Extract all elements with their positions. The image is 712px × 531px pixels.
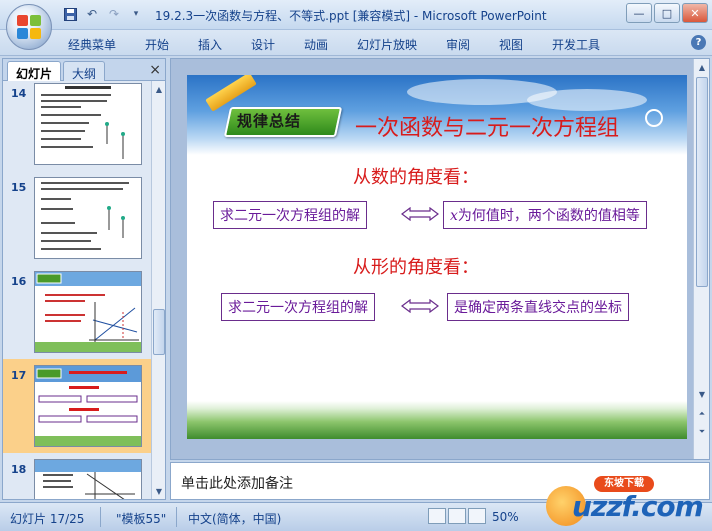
slide-number: 14 — [11, 87, 27, 100]
maximize-button[interactable]: □ — [654, 3, 680, 23]
divider — [100, 507, 101, 527]
quick-access-toolbar: ↶ ↷ ▾ — [58, 6, 144, 22]
menu-review[interactable]: 审阅 — [446, 36, 470, 53]
slide-thumbnail-18[interactable]: 18 — [3, 453, 151, 499]
close-button[interactable]: ✕ — [682, 3, 708, 23]
ribbon-tabs: 经典菜单 开始 插入 设计 动画 幻灯片放映 审阅 视图 开发工具 ? — [0, 30, 712, 56]
slide-scrollbar[interactable]: ▲ ▼ ⏶ ⏷ — [693, 59, 709, 459]
save-icon[interactable] — [62, 6, 78, 22]
menu-design[interactable]: 设计 — [251, 36, 275, 53]
slide-preview — [34, 271, 142, 353]
box-equal-values: x为何值时，两个函数的值相等 — [443, 201, 647, 229]
help-icon[interactable]: ? — [691, 35, 706, 50]
variable-x: x — [450, 208, 458, 224]
watermark-text: uzzf.com — [572, 490, 704, 523]
slide-number: 18 — [11, 463, 27, 476]
slides-scrollbar[interactable]: ▲ ▼ — [151, 81, 165, 499]
box-equal-values-text: 为何值时，两个函数的值相等 — [457, 208, 640, 224]
box-solve-system-2: 求二元一次方程组的解 — [221, 293, 375, 321]
menu-home[interactable]: 开始 — [145, 36, 169, 53]
divider — [176, 507, 177, 527]
scroll-thumb[interactable] — [696, 77, 708, 287]
slide-thumbnail-16[interactable]: 16 — [3, 265, 151, 359]
slide-thumbnail-17[interactable]: 17 — [3, 359, 151, 453]
tab-outline[interactable]: 大纲 — [63, 61, 106, 81]
slide-thumbnails: 14 15 16 17 18 — [3, 81, 151, 499]
customize-icon[interactable]: ▾ — [128, 6, 144, 22]
menu-developer[interactable]: 开发工具 — [552, 36, 600, 53]
menu-view[interactable]: 视图 — [499, 36, 523, 53]
notes-placeholder[interactable]: 单击此处添加备注 — [181, 473, 293, 493]
office-button[interactable] — [6, 4, 52, 50]
scroll-up-icon[interactable]: ▲ — [696, 60, 708, 74]
window-controls: — □ ✕ — [626, 3, 708, 23]
scroll-thumb[interactable] — [153, 309, 165, 355]
pane-tabs: 幻灯片 大纲 × — [3, 59, 165, 81]
menu-slideshow[interactable]: 幻灯片放映 — [357, 36, 417, 53]
slide-preview — [34, 83, 142, 165]
section-graphic-heading: 从形的角度看： — [353, 257, 479, 278]
theme-name: "模板55" — [116, 512, 167, 526]
previous-slide-icon[interactable]: ⏶ — [696, 407, 708, 421]
office-logo-icon — [17, 15, 41, 39]
cloud-decoration — [527, 89, 647, 111]
slide-sorter-view-icon[interactable] — [448, 508, 466, 524]
tab-slides[interactable]: 幻灯片 — [7, 61, 62, 81]
summary-badge-text: 规律总结 — [237, 112, 302, 130]
section-numeric-heading: 从数的角度看： — [353, 167, 479, 188]
title-bar: ↶ ↷ ▾ 19.2.3一次函数与方程、不等式.ppt [兼容模式] - Mic… — [0, 0, 712, 30]
zoom-level[interactable]: 50% — [492, 510, 519, 524]
box-intersection-point: 是确定两条直线交点的坐标 — [447, 293, 629, 321]
circle-decoration-icon — [645, 109, 663, 127]
slide-editor: 规律总结 一次函数与二元一次方程组 从数的角度看： 求二元一次方程组的解 x为何… — [170, 58, 710, 460]
next-slide-icon[interactable]: ⏷ — [696, 425, 708, 439]
scroll-down-icon[interactable]: ▼ — [153, 484, 165, 498]
slide-thumbnail-14[interactable]: 14 — [3, 81, 151, 171]
normal-view-icon[interactable] — [428, 508, 446, 524]
slide-preview — [34, 365, 142, 447]
current-slide[interactable]: 规律总结 一次函数与二元一次方程组 从数的角度看： 求二元一次方程组的解 x为何… — [187, 75, 687, 439]
double-arrow-icon — [401, 299, 439, 313]
slide-counter: 幻灯片 17/25 — [10, 512, 85, 526]
slide-number: 16 — [11, 275, 27, 288]
menu-animation[interactable]: 动画 — [304, 36, 328, 53]
minimize-button[interactable]: — — [626, 3, 652, 23]
double-arrow-icon — [401, 207, 439, 221]
slide-title: 一次函数与二元一次方程组 — [355, 116, 620, 141]
scroll-down-icon[interactable]: ▼ — [696, 387, 708, 401]
menu-insert[interactable]: 插入 — [198, 36, 222, 53]
grass-decoration — [187, 401, 687, 439]
slide-preview — [34, 459, 142, 499]
language-indicator: 中文(简体，中国) — [188, 512, 282, 526]
box-solve-system-1: 求二元一次方程组的解 — [213, 201, 367, 229]
undo-icon[interactable]: ↶ — [84, 6, 100, 22]
slide-number: 15 — [11, 181, 27, 194]
uzzf-logo: 东坡下载 uzzf.com — [546, 472, 706, 528]
scroll-up-icon[interactable]: ▲ — [153, 82, 165, 96]
menu-classic[interactable]: 经典菜单 — [68, 36, 116, 53]
window-title: 19.2.3一次函数与方程、不等式.ppt [兼容模式] - Microsoft… — [155, 9, 547, 23]
slide-preview — [34, 177, 142, 259]
slideshow-view-icon[interactable] — [468, 508, 486, 524]
close-icon[interactable]: × — [149, 62, 161, 78]
slide-thumbnail-15[interactable]: 15 — [3, 171, 151, 265]
slide-number: 17 — [11, 369, 27, 382]
redo-icon[interactable]: ↷ — [106, 6, 122, 22]
slides-pane: 幻灯片 大纲 × 14 15 16 17 18 ▲ ▼ — [2, 58, 166, 500]
